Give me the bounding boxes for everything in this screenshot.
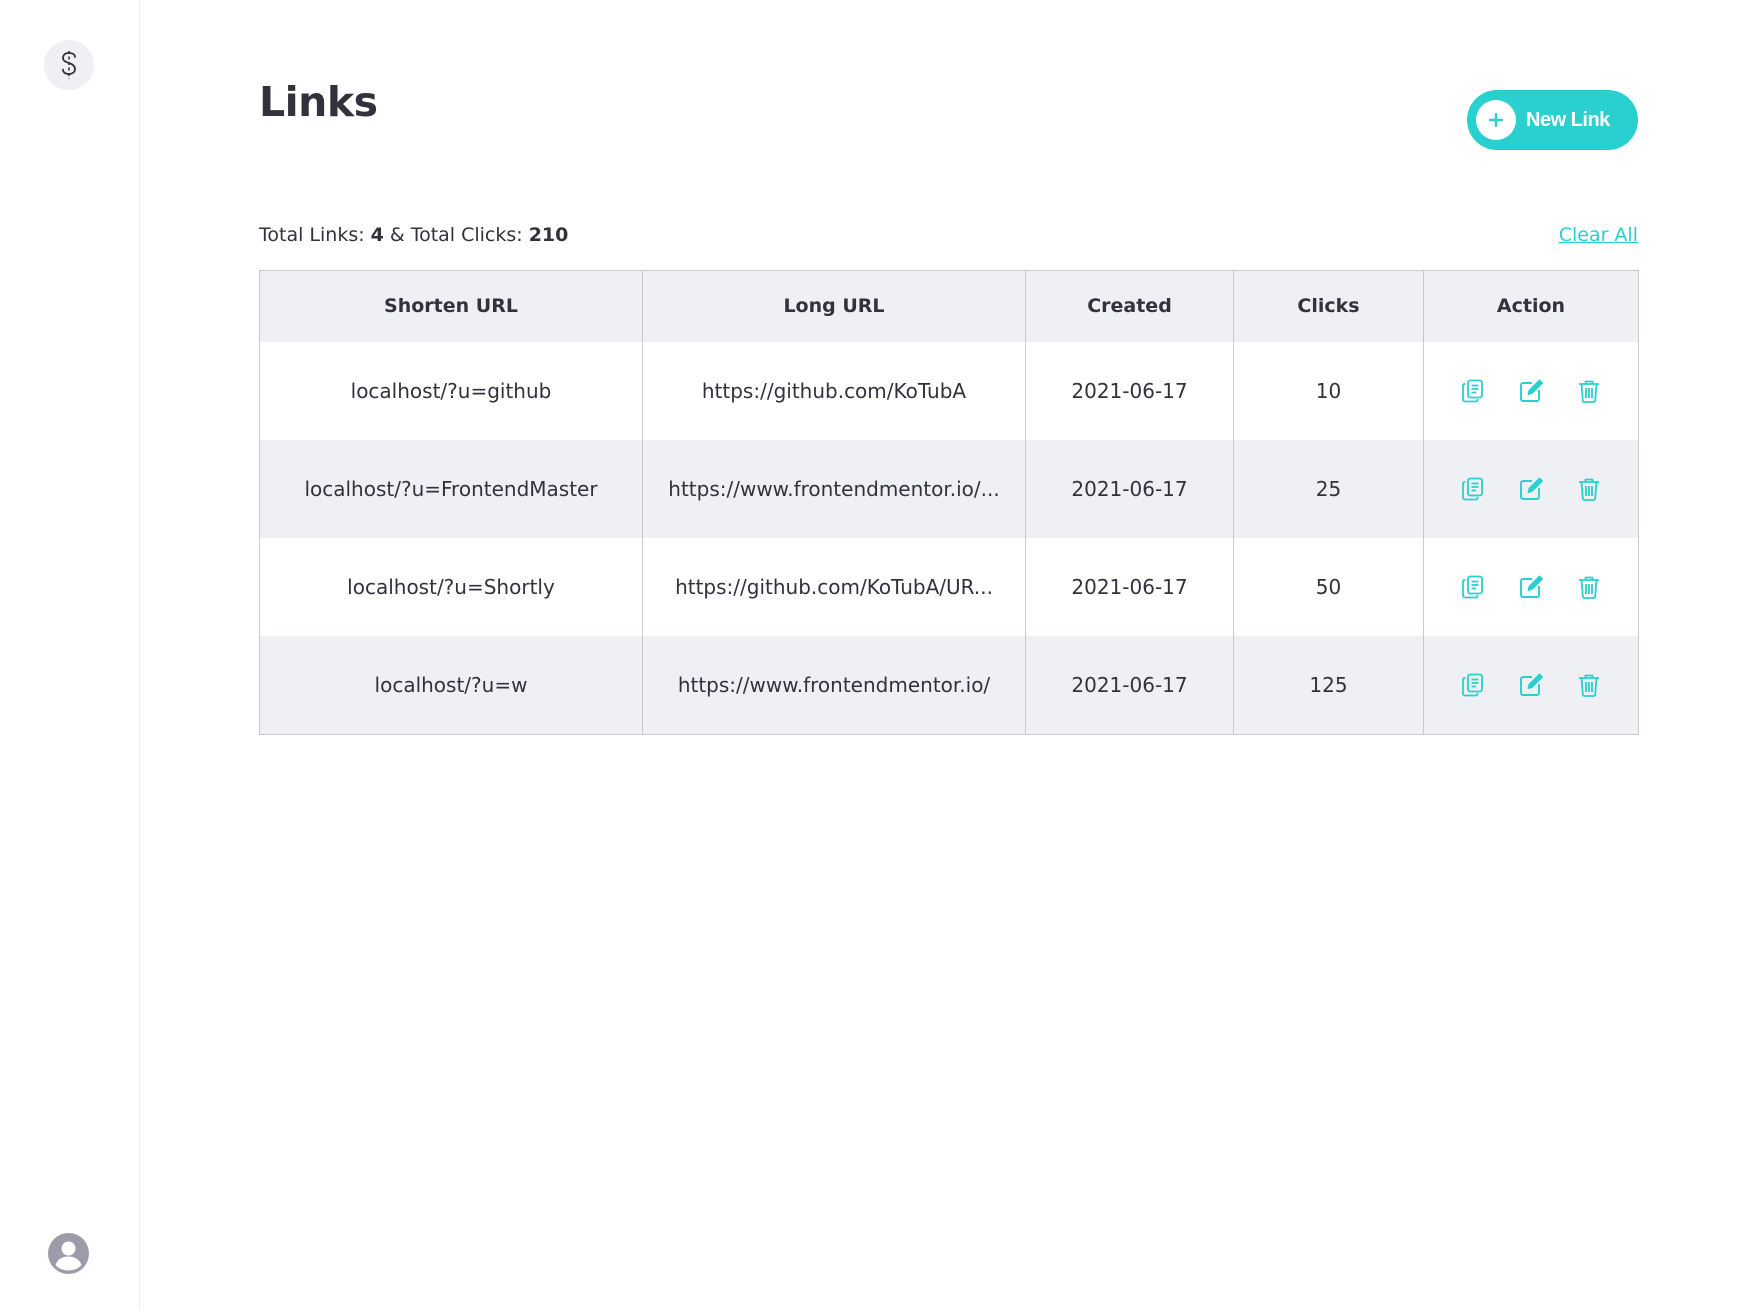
action-cell — [1423, 635, 1639, 735]
header-created: Created — [1025, 270, 1234, 342]
clicks-cell: 10 — [1233, 341, 1424, 440]
table-row: localhost/?u=w https://www.frontendmento… — [259, 635, 1639, 735]
dollar-sign-icon — [62, 51, 76, 79]
created-cell: 2021-06-17 — [1025, 537, 1234, 636]
copy-icon[interactable] — [1460, 378, 1486, 404]
created-cell: 2021-06-17 — [1025, 439, 1234, 538]
user-avatar[interactable] — [48, 1233, 89, 1274]
clicks-cell: 125 — [1233, 635, 1424, 735]
user-avatar-icon — [48, 1233, 89, 1274]
copy-icon[interactable] — [1460, 574, 1486, 600]
short-url-cell[interactable]: localhost/?u=Shortly — [260, 538, 643, 636]
edit-icon[interactable] — [1518, 672, 1544, 698]
logo[interactable] — [44, 40, 94, 90]
trash-icon[interactable] — [1576, 378, 1602, 404]
links-summary: Total Links: 4 & Total Clicks: 210 — [259, 224, 568, 246]
table-row: localhost/?u=FrontendMaster https://www.… — [259, 439, 1639, 538]
clear-all-link[interactable]: Clear All — [1559, 224, 1638, 246]
main-content: Links New Link Total Links: 4 & Total Cl… — [259, 0, 1639, 1310]
action-cell — [1423, 537, 1639, 636]
edit-icon[interactable] — [1518, 476, 1544, 502]
plus-icon — [1476, 100, 1516, 140]
long-url-cell[interactable]: https://github.com/KoTubA/UR... — [642, 537, 1026, 636]
total-clicks-value: 210 — [528, 224, 569, 246]
edit-icon[interactable] — [1518, 378, 1544, 404]
sidebar — [0, 0, 140, 1310]
table-row: localhost/?u=Shortly https://github.com/… — [259, 537, 1639, 636]
copy-icon[interactable] — [1460, 672, 1486, 698]
summary-separator: & — [389, 224, 405, 246]
clicks-cell: 50 — [1233, 537, 1424, 636]
table-row: localhost/?u=github https://github.com/K… — [259, 341, 1639, 440]
long-url-cell[interactable]: https://www.frontendmentor.io/... — [642, 439, 1026, 538]
header-shorten-url: Shorten URL — [384, 295, 518, 318]
row-actions — [1438, 672, 1624, 698]
long-url-cell[interactable]: https://www.frontendmentor.io/ — [642, 635, 1026, 735]
header-long-url: Long URL — [642, 270, 1026, 342]
edit-icon[interactable] — [1518, 574, 1544, 600]
row-actions — [1438, 378, 1624, 404]
long-url-cell[interactable]: https://github.com/KoTubA — [642, 341, 1026, 440]
created-cell: 2021-06-17 — [1025, 635, 1234, 735]
short-url-cell[interactable]: localhost/?u=FrontendMaster — [260, 440, 643, 538]
new-link-label: New Link — [1526, 108, 1610, 131]
table-header-row: Shorten URL Long URL Created Clicks Acti… — [259, 270, 1639, 342]
links-table: Shorten URL Long URL Created Clicks Acti… — [259, 270, 1639, 735]
short-url-cell[interactable]: localhost/?u=github — [260, 342, 643, 440]
page-title: Links — [259, 78, 378, 126]
row-actions — [1438, 476, 1624, 502]
header-action: Action — [1423, 270, 1639, 342]
copy-icon[interactable] — [1460, 476, 1486, 502]
app: Links New Link Total Links: 4 & Total Cl… — [0, 0, 1750, 1310]
short-url-cell[interactable]: localhost/?u=w — [260, 636, 643, 735]
created-cell: 2021-06-17 — [1025, 341, 1234, 440]
total-links-label: Total Links: — [259, 224, 365, 246]
header-clicks: Clicks — [1233, 270, 1424, 342]
trash-icon[interactable] — [1576, 574, 1602, 600]
total-links-value: 4 — [370, 224, 384, 246]
new-link-button[interactable]: New Link — [1467, 90, 1638, 150]
action-cell — [1423, 439, 1639, 538]
clicks-cell: 25 — [1233, 439, 1424, 538]
trash-icon[interactable] — [1576, 672, 1602, 698]
trash-icon[interactable] — [1576, 476, 1602, 502]
row-actions — [1438, 574, 1624, 600]
action-cell — [1423, 341, 1639, 440]
total-clicks-label: Total Clicks: — [410, 224, 523, 246]
